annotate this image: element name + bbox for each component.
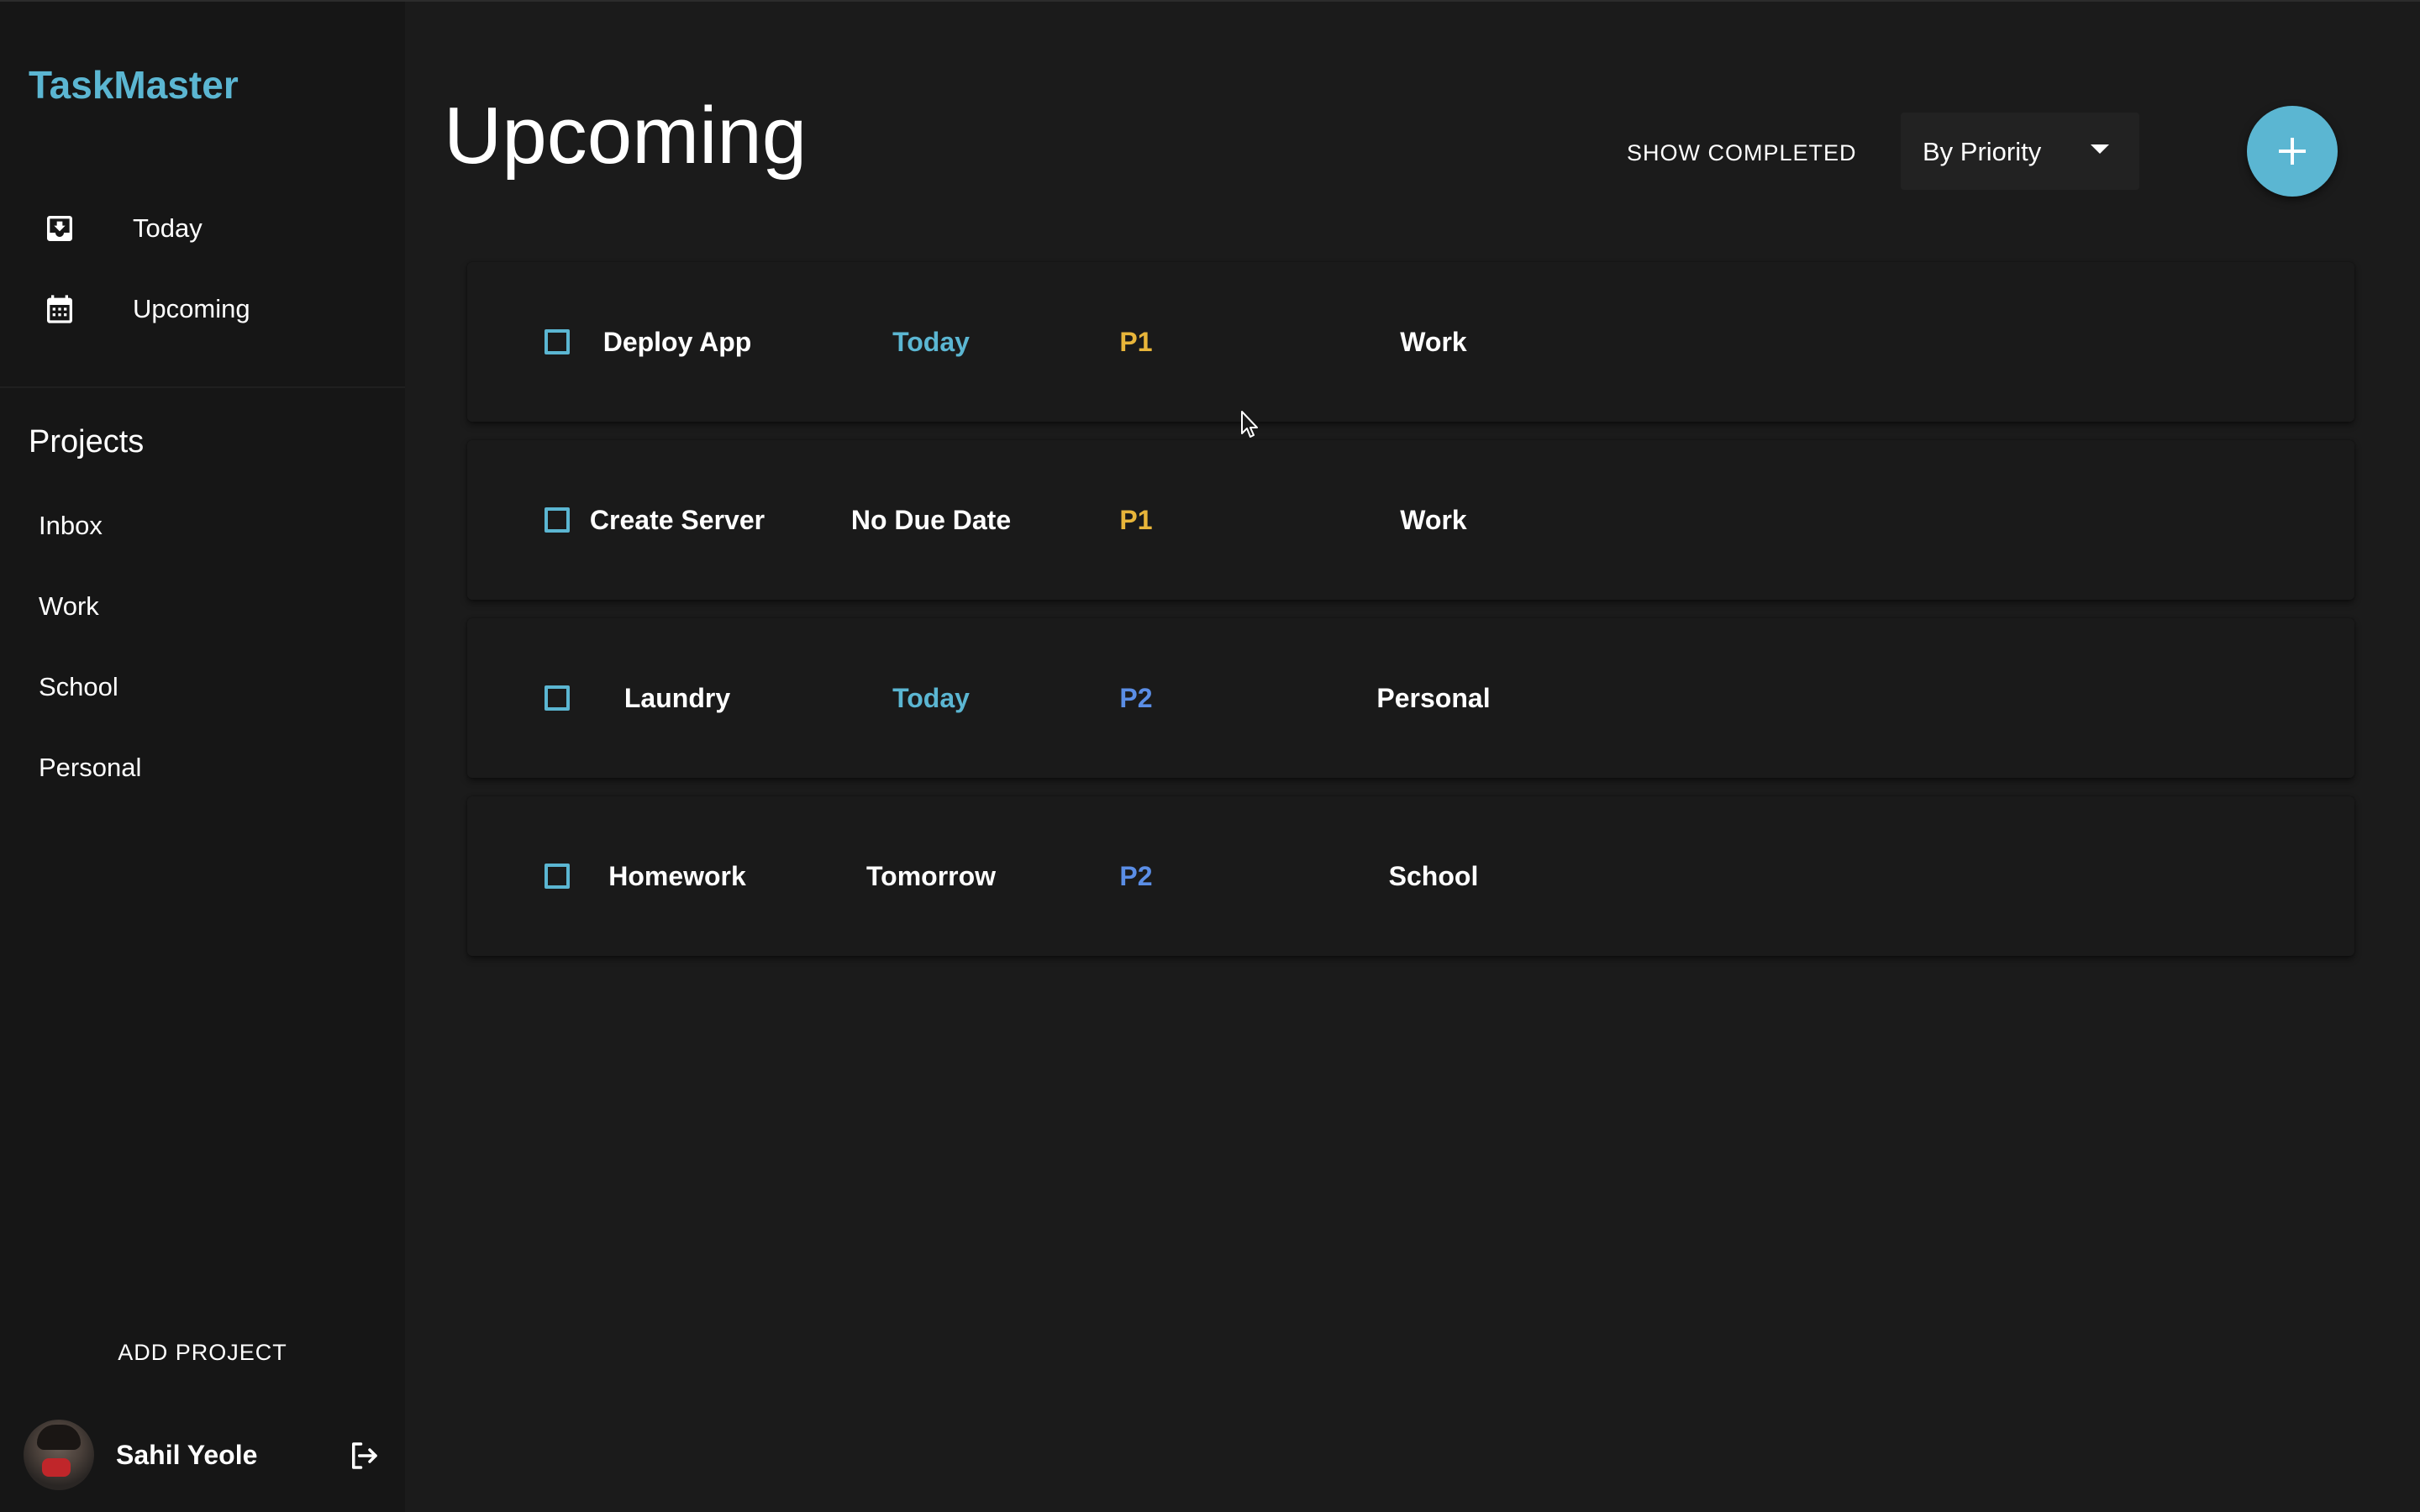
task-due: Today	[892, 326, 970, 357]
task-row[interactable]: Deploy App Today P1 Work	[467, 262, 2354, 422]
task-due: Tomorrow	[865, 860, 997, 891]
sidebar-item-work[interactable]: Work	[0, 573, 405, 640]
project-label: Personal	[39, 753, 142, 782]
project-label: Work	[39, 591, 99, 621]
task-project: Work	[1400, 326, 1467, 357]
task-row[interactable]: Homework Tomorrow P2 School	[467, 796, 2354, 956]
avatar[interactable]	[24, 1420, 94, 1490]
add-task-button[interactable]	[2247, 106, 2338, 197]
sidebar: TaskMaster Today Upcoming Projects Inbox	[0, 2, 405, 1512]
sidebar-item-inbox[interactable]: Inbox	[0, 492, 405, 559]
app-window: TaskMaster Today Upcoming Projects Inbox	[0, 0, 2420, 1512]
mouse-cursor-icon	[1240, 410, 1262, 440]
task-due: No Due Date	[850, 504, 1012, 535]
calendar-icon	[42, 291, 77, 327]
task-project: Personal	[1376, 682, 1491, 713]
show-completed-button[interactable]: SHOW COMPLETED	[1605, 128, 1879, 178]
sort-select-value: By Priority	[1923, 137, 2042, 166]
sidebar-item-label: Today	[133, 213, 203, 243]
sidebar-item-upcoming[interactable]: Upcoming	[0, 276, 405, 343]
task-priority: P1	[1119, 326, 1153, 357]
sidebar-item-personal[interactable]: Personal	[0, 734, 405, 801]
logout-icon[interactable]	[346, 1438, 381, 1473]
project-label: Inbox	[39, 511, 103, 540]
project-label: School	[39, 672, 118, 701]
add-project-button[interactable]: ADD PROJECT	[0, 1327, 405, 1378]
task-due: Today	[892, 682, 970, 713]
projects-heading: Projects	[29, 424, 145, 459]
sidebar-item-label: Upcoming	[133, 294, 250, 323]
divider	[0, 386, 405, 388]
task-project: School	[1388, 860, 1479, 891]
app-logo[interactable]: TaskMaster	[29, 62, 239, 108]
chevron-down-icon	[2091, 144, 2109, 154]
task-row[interactable]: Laundry Today P2 Personal	[467, 618, 2354, 778]
user-name: Sahil Yeole	[116, 1440, 258, 1470]
user-profile: Sahil Yeole	[0, 1418, 405, 1494]
task-row[interactable]: Create Server No Due Date P1 Work	[467, 440, 2354, 600]
task-priority: P1	[1119, 504, 1153, 535]
inbox-download-icon	[42, 211, 77, 246]
task-project: Work	[1400, 504, 1467, 535]
sort-select[interactable]: By Priority	[1901, 113, 2139, 190]
task-priority: P2	[1119, 682, 1153, 713]
page-title: Upcoming	[444, 91, 808, 181]
sidebar-item-school[interactable]: School	[0, 654, 405, 721]
task-priority: P2	[1119, 860, 1153, 891]
sidebar-item-today[interactable]: Today	[0, 195, 405, 262]
